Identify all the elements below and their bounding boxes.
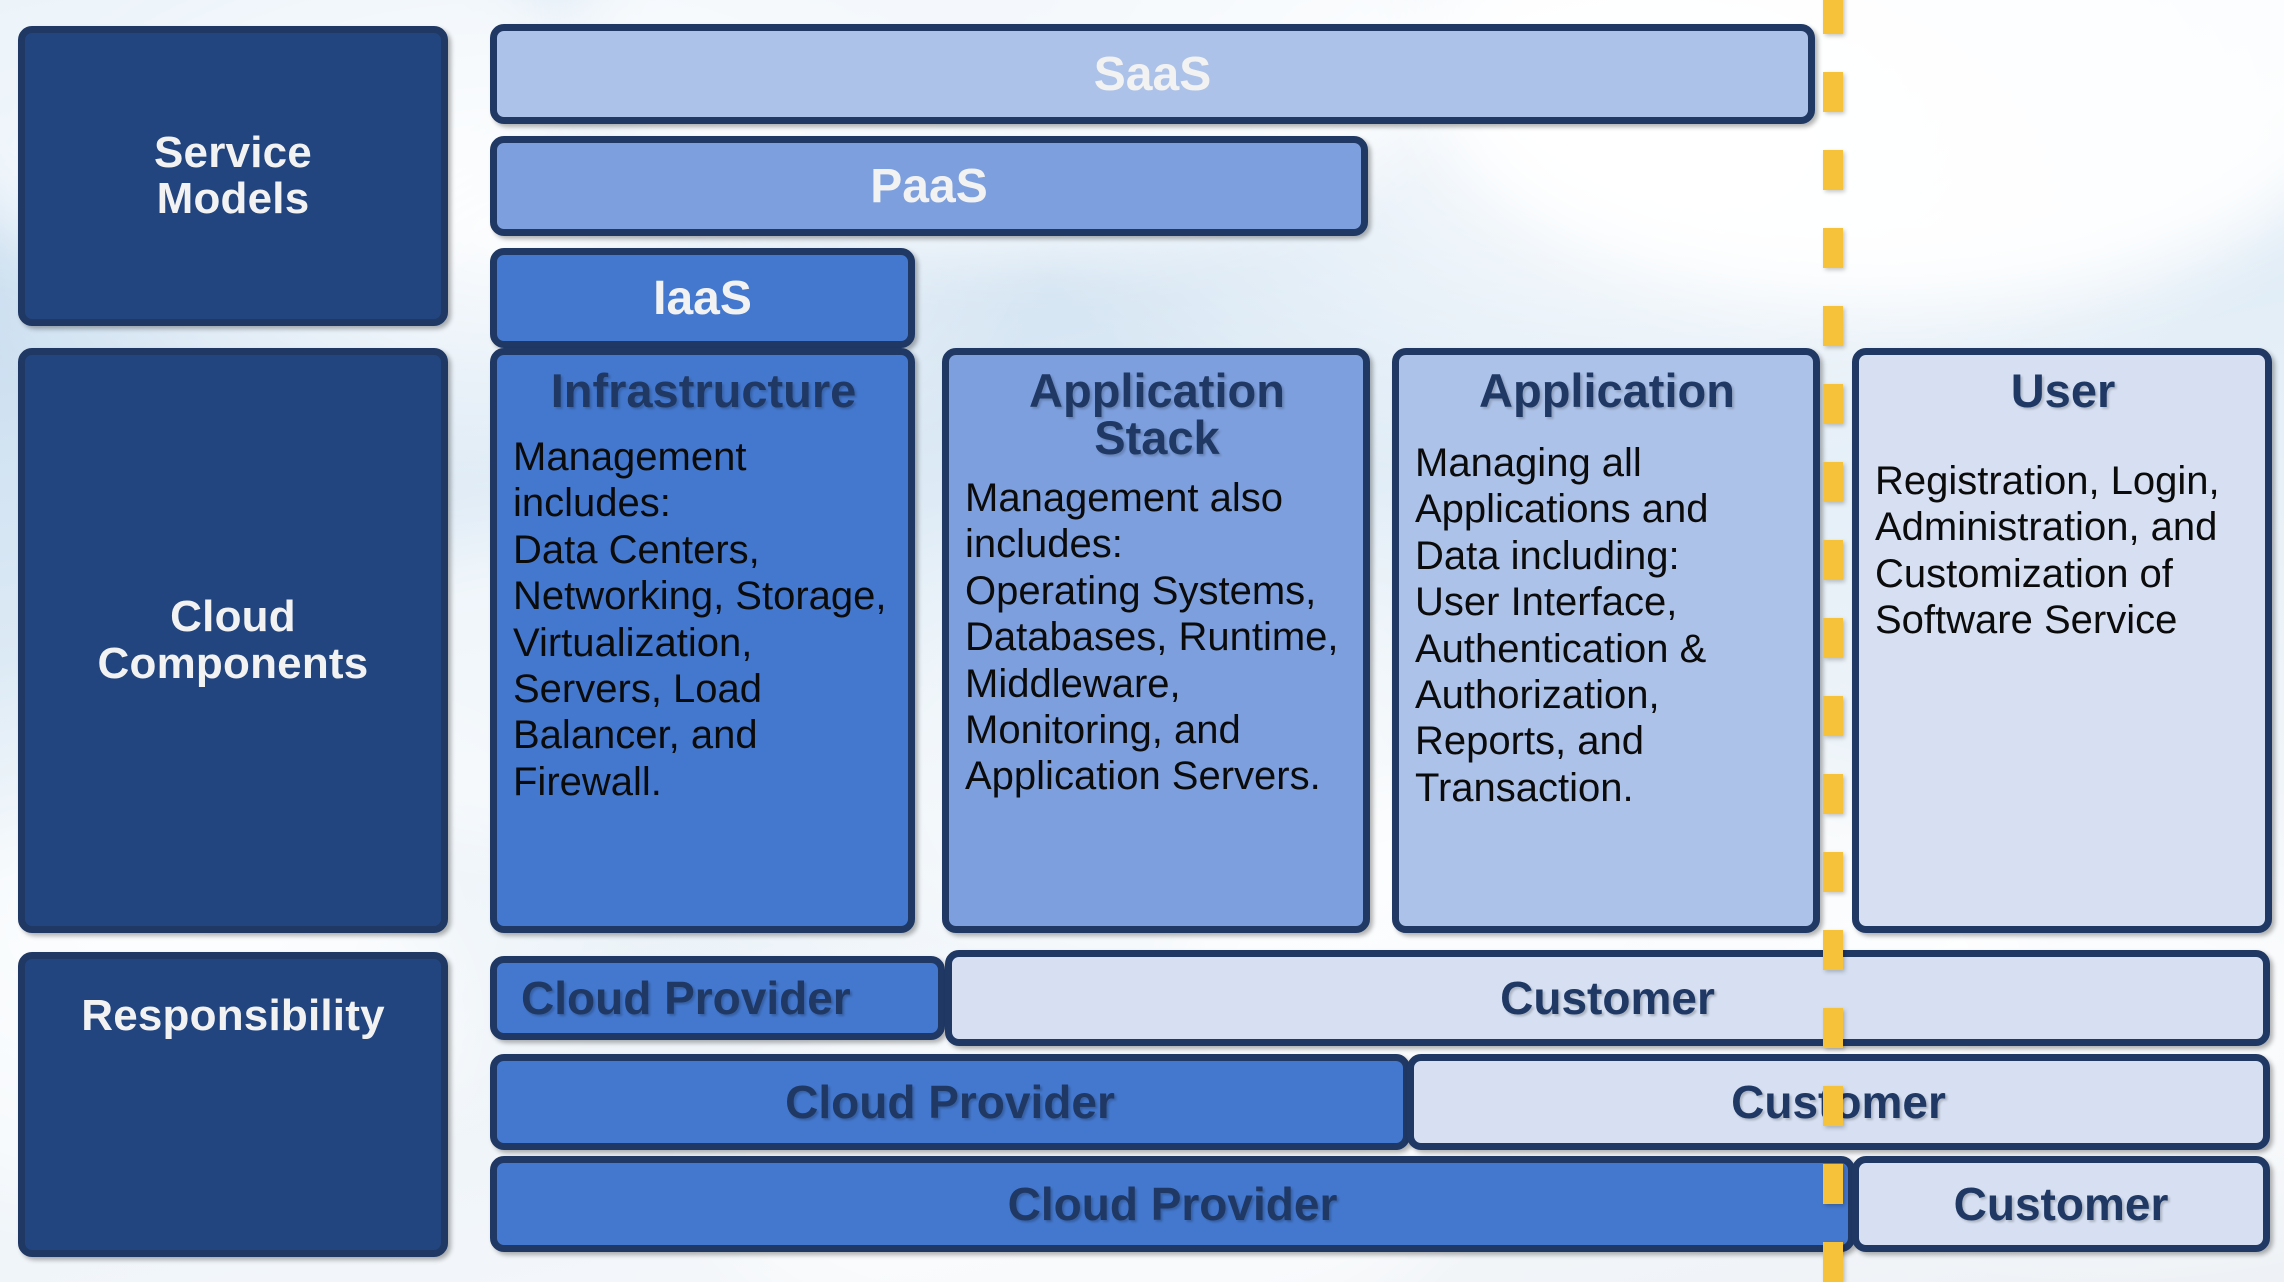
responsibility-iaas-provider-label: Cloud Provider	[521, 972, 851, 1024]
service-model-paas[interactable]: PaaS	[490, 136, 1368, 236]
component-user-heading: User	[2010, 364, 2116, 417]
responsibility-iaas-customer-label: Customer	[1500, 972, 1715, 1024]
row-label-cloud-components: Cloud Components	[18, 348, 448, 933]
component-user-body: Registration, Login, Administration, and…	[1875, 459, 2220, 643]
component-infrastructure[interactable]: Infrastructure Management includes: Data…	[490, 348, 915, 933]
service-model-saas[interactable]: SaaS	[490, 24, 1815, 124]
component-application-heading: Application	[1479, 364, 1735, 417]
service-model-iaas-label: IaaS	[653, 271, 752, 325]
component-user[interactable]: User Registration, Login, Administration…	[1852, 348, 2272, 933]
responsibility-saas-provider[interactable]: Cloud Provider	[490, 1156, 1855, 1252]
responsibility-saas-customer-label: Customer	[1953, 1178, 2169, 1230]
responsibility-paas-customer[interactable]: Customer	[1407, 1054, 2270, 1150]
responsibility-saas-customer[interactable]: Customer	[1852, 1156, 2270, 1252]
row-label-responsibility: Responsibility	[18, 952, 448, 1257]
responsibility-paas-provider-label: Cloud Provider	[785, 1076, 1115, 1128]
row-label-service-models: Service Models	[18, 26, 448, 326]
responsibility-iaas-provider[interactable]: Cloud Provider	[490, 956, 945, 1040]
component-application-stack[interactable]: Application Stack Management also includ…	[942, 348, 1370, 933]
responsibility-iaas-customer[interactable]: Customer	[945, 950, 2270, 1046]
service-model-paas-label: PaaS	[870, 159, 988, 213]
service-model-iaas[interactable]: IaaS	[490, 248, 915, 348]
responsibility-paas-provider[interactable]: Cloud Provider	[490, 1054, 1410, 1150]
responsibility-saas-provider-label: Cloud Provider	[1007, 1178, 1338, 1230]
responsibility-paas-customer-label: Customer	[1731, 1076, 1946, 1128]
component-application[interactable]: Application Managing all Applications an…	[1392, 348, 1820, 933]
component-application-body: Managing all Applications and Data inclu…	[1415, 441, 1709, 810]
service-model-saas-label: SaaS	[1093, 47, 1212, 101]
component-application-stack-body: Management also includes: Operating Syst…	[965, 476, 1339, 799]
cloud-service-models-diagram: Service Models SaaS PaaS IaaS Cloud Comp…	[0, 0, 2284, 1282]
component-infrastructure-heading: Infrastructure	[550, 364, 857, 417]
component-application-stack-heading: Application Stack	[1029, 364, 1285, 464]
component-infrastructure-body: Management includes: Data Centers, Netwo…	[513, 435, 887, 804]
